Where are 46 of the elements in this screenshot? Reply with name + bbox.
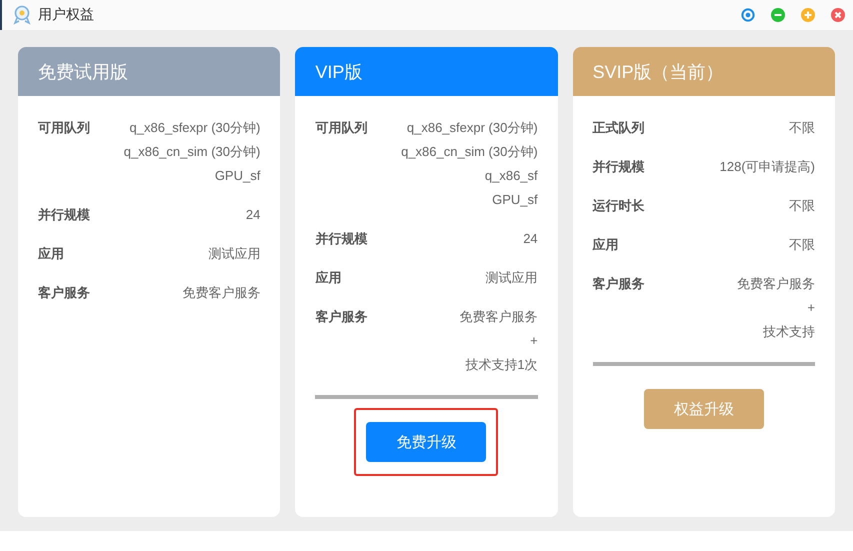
feature-label: 并行规模 [38, 206, 90, 224]
feature-value: 24 [523, 230, 538, 248]
feature-value: q_x86_cn_sim (30分钟) [124, 143, 260, 161]
feature-value: 128(可申请提高) [720, 158, 815, 176]
feature-label: 应用 [592, 236, 619, 254]
feature-label: 客户服务 [592, 275, 645, 293]
feature-value: 测试应用 [208, 245, 260, 263]
feature-label: 可用队列 [38, 119, 90, 137]
feature-value: 技术支持 [762, 323, 815, 341]
feature-value: GPU_sf [214, 167, 260, 185]
window-title: 用户权益 [38, 6, 94, 24]
award-icon [12, 5, 32, 25]
feature-value: 技术支持1次 [465, 356, 538, 374]
feature-value: GPU_sf [492, 191, 538, 209]
upgrade-button[interactable]: 权益升级 [644, 389, 764, 429]
minimize-icon[interactable] [771, 8, 785, 22]
feature-value: + [530, 332, 538, 350]
feature-label: 并行规模 [592, 158, 645, 176]
feature-label: 并行规模 [315, 230, 368, 248]
maximize-icon[interactable] [801, 8, 815, 22]
feature-label: 正式队列 [592, 119, 645, 137]
target-icon[interactable] [741, 8, 755, 22]
feature-value: 不限 [788, 119, 815, 137]
feature-value: 不限 [788, 236, 815, 254]
plan-title: 免费试用版 [18, 47, 280, 96]
plan-title: SVIP版（当前） [572, 47, 835, 96]
feature-value: 24 [246, 206, 260, 224]
feature-value: q_x86_cn_sim (30分钟) [401, 143, 538, 161]
feature-value: q_x86_sfexpr (30分钟) [130, 119, 260, 137]
feature-label: 客户服务 [38, 284, 90, 302]
feature-label: 运行时长 [592, 197, 645, 215]
feature-value: 免费客户服务 [460, 308, 538, 326]
feature-label: 客户服务 [315, 308, 368, 326]
feature-value: 测试应用 [486, 269, 538, 287]
feature-value: + [807, 299, 815, 317]
feature-value: 免费客户服务 [182, 284, 260, 302]
feature-value: q_x86_sf [484, 167, 538, 185]
feature-value: q_x86_sfexpr (30分钟) [406, 119, 538, 137]
close-icon[interactable] [831, 8, 845, 22]
feature-value: 免费客户服务 [736, 275, 815, 293]
feature-value: 不限 [788, 197, 815, 215]
feature-label: 应用 [315, 269, 342, 287]
upgrade-button[interactable]: 免费升级 [366, 422, 486, 462]
plan-title: VIP版 [295, 47, 558, 96]
feature-label: 应用 [38, 245, 64, 263]
feature-label: 可用队列 [315, 119, 368, 137]
